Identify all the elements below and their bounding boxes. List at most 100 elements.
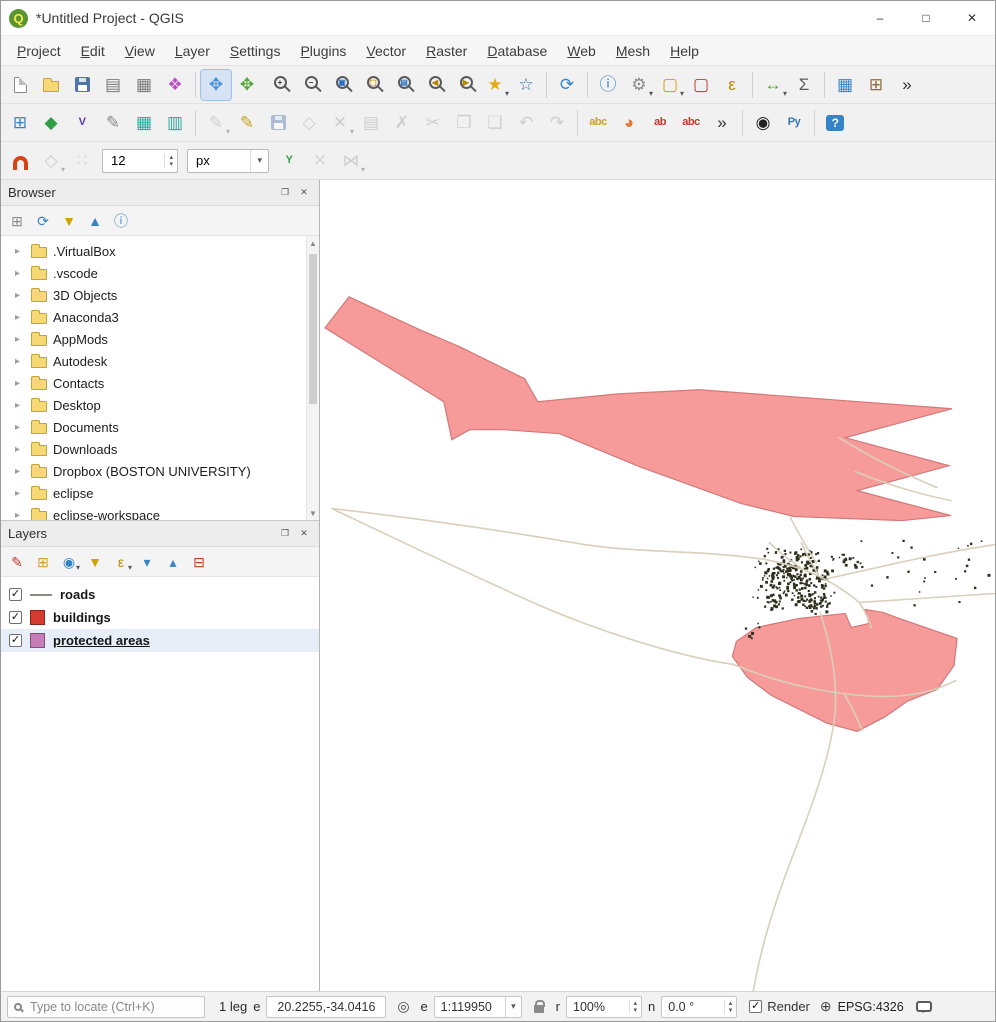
zoom-out-button[interactable]: − — [294, 70, 324, 100]
expand-chevron-icon[interactable]: ▸ — [15, 400, 25, 411]
help-contents-button[interactable]: ? — [820, 108, 850, 138]
expand-chevron-icon[interactable]: ▸ — [15, 510, 25, 521]
browser-item-documents[interactable]: ▸Documents — [1, 416, 319, 438]
filter-browser-button[interactable]: ▼ — [57, 209, 81, 233]
zoom-full-button[interactable]: ▣ — [325, 70, 355, 100]
refresh-browser-button[interactable]: ⟳ — [31, 209, 55, 233]
collapse-all-browser-button[interactable]: ▲ — [83, 209, 107, 233]
browser-item-eclipse[interactable]: ▸eclipse — [1, 482, 319, 504]
add-feature-button[interactable]: ◇ — [294, 108, 324, 138]
menu-edit[interactable]: Edit — [71, 38, 115, 64]
layer-visibility-checkbox[interactable]: ✓ — [9, 634, 22, 647]
layer-diagram-options-button[interactable]: ◕ — [614, 108, 644, 138]
select-by-expression-button[interactable]: ε — [717, 70, 747, 100]
filter-by-expression-button[interactable]: ε▾ — [109, 550, 133, 574]
run-feature-action-button[interactable]: ⚙▾ — [624, 70, 654, 100]
menu-raster[interactable]: Raster — [416, 38, 477, 64]
browser-item-vscode[interactable]: ▸.vscode — [1, 262, 319, 284]
snapping-mode-button[interactable]: ◇▾ — [36, 146, 66, 176]
save-layer-edits-button[interactable] — [263, 108, 293, 138]
menu-view[interactable]: View — [115, 38, 165, 64]
refresh-map-button[interactable]: ⟳ — [552, 70, 582, 100]
spinner-icons[interactable]: ▴ ▾ — [724, 1000, 733, 1014]
enable-snapping-button[interactable] — [5, 146, 35, 176]
new-spatialite-layer-button[interactable]: ✎ — [98, 108, 128, 138]
measure-line-button[interactable]: ↔▾ — [758, 70, 788, 100]
menu-web[interactable]: Web — [557, 38, 606, 64]
deselect-features-button[interactable]: ▢ — [686, 70, 716, 100]
layers-float-button[interactable]: ❐ — [277, 526, 293, 542]
menu-database[interactable]: Database — [477, 38, 557, 64]
layer-item-buildings[interactable]: ✓buildings — [1, 606, 319, 629]
remove-layer-button[interactable]: ⊟ — [187, 550, 211, 574]
save-project-button[interactable] — [67, 70, 97, 100]
expand-chevron-icon[interactable]: ▸ — [15, 422, 25, 433]
toolbar-overflow-button[interactable]: » — [892, 70, 922, 100]
new-shapefile-layer-button[interactable]: V — [67, 108, 97, 138]
spin-up-icon[interactable]: ▴ — [634, 1000, 638, 1007]
browser-close-button[interactable]: ✕ — [296, 185, 312, 201]
select-features-button[interactable]: ▢▾ — [655, 70, 685, 100]
filter-legend-button[interactable]: ▼ — [83, 550, 107, 574]
spin-down-icon[interactable]: ▾ — [634, 1007, 638, 1014]
layer-item-roads[interactable]: ✓roads — [1, 583, 319, 606]
browser-item-contacts[interactable]: ▸Contacts — [1, 372, 319, 394]
render-checkbox[interactable]: ✓ Render — [749, 999, 810, 1014]
extents-toggle-button[interactable]: ◎ — [392, 996, 414, 1018]
spinner-icons[interactable]: ▴▾ — [164, 154, 177, 168]
expand-chevron-icon[interactable]: ▸ — [15, 356, 25, 367]
browser-item-eclipse-workspace[interactable]: ▸eclipse-workspace — [1, 504, 319, 520]
menu-mesh[interactable]: Mesh — [606, 38, 660, 64]
browser-item-virtualbox[interactable]: ▸.VirtualBox — [1, 240, 319, 262]
menu-layer[interactable]: Layer — [165, 38, 220, 64]
map-canvas[interactable] — [320, 180, 995, 991]
browser-item-dropbox-boston-university[interactable]: ▸Dropbox (BOSTON UNIVERSITY) — [1, 460, 319, 482]
lock-scale-button[interactable] — [528, 996, 550, 1018]
spinner-icons[interactable]: ▴ ▾ — [629, 1000, 638, 1014]
field-calculator-button[interactable]: ⊞ — [861, 70, 891, 100]
new-geopackage-layer-button[interactable]: ◆ — [36, 108, 66, 138]
expand-chevron-icon[interactable]: ▸ — [15, 466, 25, 477]
toggle-editing-button[interactable]: ✎ — [232, 108, 262, 138]
metasearch-button[interactable]: ◉ — [748, 108, 778, 138]
pan-map-button[interactable]: ✥ — [201, 70, 231, 100]
scrollbar-track[interactable] — [307, 250, 319, 506]
copy-features-button[interactable]: ❐ — [449, 108, 479, 138]
scrollbar-thumb[interactable] — [309, 254, 317, 404]
browser-item-3d-objects[interactable]: ▸3D Objects — [1, 284, 319, 306]
current-edits-button[interactable]: ✎▾ — [201, 108, 231, 138]
scroll-up-icon[interactable]: ▲ — [309, 236, 317, 250]
delete-selected-button[interactable]: ✗ — [387, 108, 417, 138]
manage-map-themes-button[interactable]: ◉▾ — [57, 550, 81, 574]
show-layout-manager-button[interactable]: ▦ — [129, 70, 159, 100]
layers-close-button[interactable]: ✕ — [296, 526, 312, 542]
expand-all-button[interactable]: ▾ — [135, 550, 159, 574]
menu-help[interactable]: Help — [660, 38, 709, 64]
self-snapping-button[interactable]: ∷ — [67, 146, 97, 176]
show-spatial-bookmarks-button[interactable]: ☆ — [511, 70, 541, 100]
statistical-summary-button[interactable]: Σ — [789, 70, 819, 100]
coordinate-display[interactable]: 20.2255,-34.0416 — [266, 996, 386, 1018]
new-project-button[interactable] — [5, 70, 35, 100]
add-selected-layers-button[interactable]: ⊞ — [5, 209, 29, 233]
zoom-to-layer-button[interactable]: ▤ — [387, 70, 417, 100]
new-virtual-layer-button[interactable]: ▥ — [160, 108, 190, 138]
snapping-units-combo[interactable]: px▾ — [187, 149, 269, 173]
menu-project[interactable]: Project — [7, 38, 71, 64]
rotation-spinbox[interactable]: 0.0 ° ▴ ▾ — [661, 996, 737, 1018]
layer-item-protected-areas[interactable]: ✓protected areas — [1, 629, 319, 652]
browser-item-downloads[interactable]: ▸Downloads — [1, 438, 319, 460]
browser-item-appmods[interactable]: ▸AppMods — [1, 328, 319, 350]
browser-item-autodesk[interactable]: ▸Autodesk — [1, 350, 319, 372]
layer-visibility-checkbox[interactable]: ✓ — [9, 588, 22, 601]
layer-visibility-checkbox[interactable]: ✓ — [9, 611, 22, 624]
highlight-pinned-labels-button[interactable]: abc — [676, 108, 706, 138]
zoom-in-button[interactable]: + — [263, 70, 293, 100]
browser-float-button[interactable]: ❐ — [277, 185, 293, 201]
close-button[interactable]: ✕ — [949, 1, 995, 35]
scroll-down-icon[interactable]: ▼ — [309, 506, 317, 520]
open-data-source-manager-button[interactable]: ⊞ — [5, 108, 35, 138]
snapping-tolerance-spinbox[interactable]: 12▴▾ — [102, 149, 178, 173]
cut-features-button[interactable]: ✂ — [418, 108, 448, 138]
magnifier-spinbox[interactable]: 100% ▴ ▾ — [566, 996, 642, 1018]
